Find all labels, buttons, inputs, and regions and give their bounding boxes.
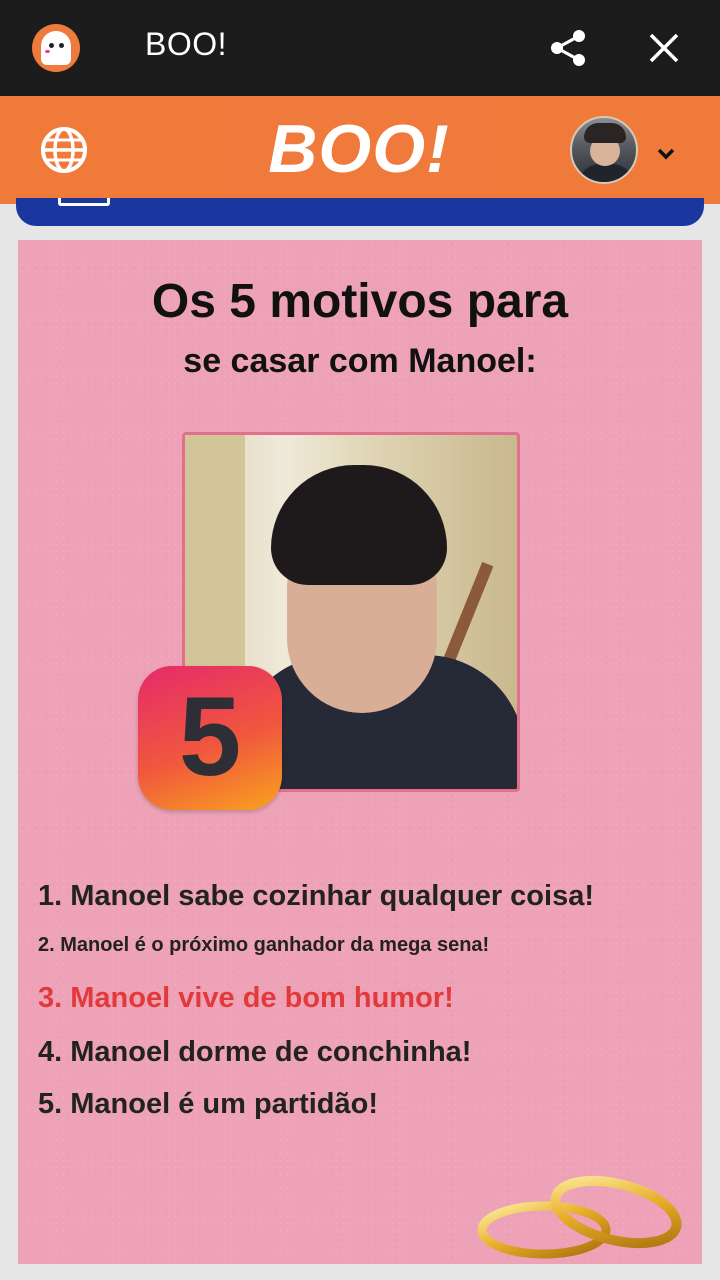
logo[interactable]: BOO! — [226, 96, 492, 204]
reason-4: 4. Manoel dorme de conchinha! — [38, 1036, 472, 1068]
reason-2: 2. Manoel é o próximo ganhador da mega s… — [38, 934, 490, 956]
logo-text: BOO! — [268, 111, 450, 187]
user-avatar[interactable] — [570, 116, 638, 184]
number-badge: 5 — [138, 666, 282, 810]
post-card[interactable]: Os 5 motivos para se casar com Manoel: 5… — [18, 240, 702, 1264]
previous-card-edge — [16, 198, 704, 226]
share-icon[interactable] — [548, 28, 588, 68]
close-icon[interactable] — [646, 30, 682, 66]
site-header: BOO! — [0, 96, 720, 204]
reason-5: 5. Manoel é um partidão! — [38, 1088, 378, 1120]
badge-number: 5 — [178, 674, 242, 799]
app-bar: BOO! — [0, 0, 720, 96]
post-title: Os 5 motivos para — [151, 275, 569, 328]
app-title: BOO! — [145, 26, 228, 62]
reason-1: 1. Manoel sabe cozinhar qualquer coisa! — [38, 880, 594, 912]
boo-app-icon — [32, 24, 80, 72]
globe-icon[interactable] — [40, 126, 88, 174]
post-subtitle: se casar com Manoel: — [183, 342, 537, 380]
wedding-rings-icon — [478, 1175, 682, 1259]
reason-3: 3. Manoel vive de bom humor! — [38, 982, 454, 1014]
chevron-down-icon[interactable] — [656, 146, 676, 162]
